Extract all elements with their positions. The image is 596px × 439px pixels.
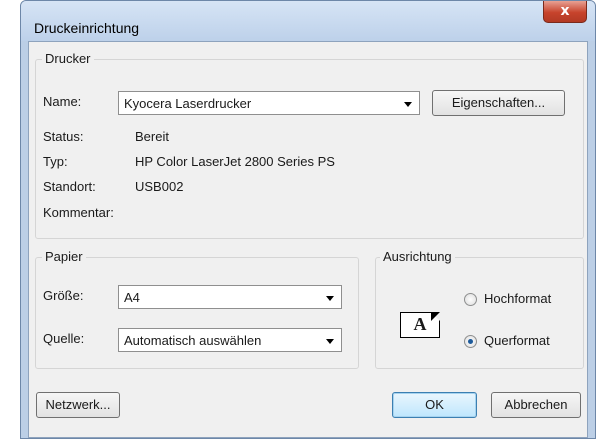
window-title: Druckeinrichtung	[34, 20, 140, 36]
type-value: HP Color LaserJet 2800 Series PS	[135, 154, 335, 169]
portrait-radio[interactable]	[464, 293, 477, 306]
landscape-radio[interactable]	[464, 335, 477, 348]
type-label: Typ:	[43, 154, 68, 169]
landscape-label[interactable]: Querformat	[484, 333, 550, 348]
title-bar[interactable]: Druckeinrichtung x	[21, 1, 595, 41]
ok-button[interactable]: OK	[392, 392, 477, 418]
dialog-body: Drucker Name: Kyocera Laserdrucker Eigen…	[28, 41, 588, 438]
paper-source-label: Quelle:	[43, 331, 85, 346]
portrait-label[interactable]: Hochformat	[484, 291, 551, 306]
paper-size-select[interactable]: A4	[118, 285, 342, 309]
orientation-group-label: Ausrichtung	[380, 249, 455, 264]
network-button[interactable]: Netzwerk...	[36, 392, 120, 418]
print-setup-dialog: Druckeinrichtung x Drucker Name: Kyocera…	[20, 0, 596, 439]
location-label: Standort:	[43, 179, 96, 194]
paper-size-value: A4	[124, 290, 140, 305]
status-value: Bereit	[135, 129, 169, 144]
chevron-down-icon	[326, 339, 334, 344]
chevron-down-icon	[326, 296, 334, 301]
landscape-page-icon: A	[400, 312, 440, 338]
cancel-button[interactable]: Abbrechen	[491, 392, 581, 418]
close-icon: x	[560, 3, 570, 19]
printer-group: Drucker Name: Kyocera Laserdrucker Eigen…	[35, 51, 584, 239]
paper-group: Papier Größe: A4 Quelle: Automatisch aus…	[35, 249, 359, 369]
status-label: Status:	[43, 129, 84, 144]
paper-size-label: Größe:	[43, 288, 84, 303]
close-button[interactable]: x	[543, 1, 587, 23]
printer-name-select[interactable]: Kyocera Laserdrucker	[118, 91, 420, 115]
orientation-group: Ausrichtung A Hochformat Querformat	[375, 249, 584, 369]
printer-name-label: Name:	[43, 94, 82, 109]
paper-group-label: Papier	[42, 249, 86, 264]
paper-source-select[interactable]: Automatisch auswählen	[118, 328, 342, 352]
printer-group-label: Drucker	[42, 51, 94, 66]
paper-source-value: Automatisch auswählen	[124, 333, 262, 348]
properties-button[interactable]: Eigenschaften...	[432, 90, 565, 116]
location-value: USB002	[135, 179, 184, 194]
comment-label: Kommentar:	[43, 205, 114, 220]
printer-name-value: Kyocera Laserdrucker	[124, 96, 252, 111]
chevron-down-icon	[404, 102, 412, 107]
